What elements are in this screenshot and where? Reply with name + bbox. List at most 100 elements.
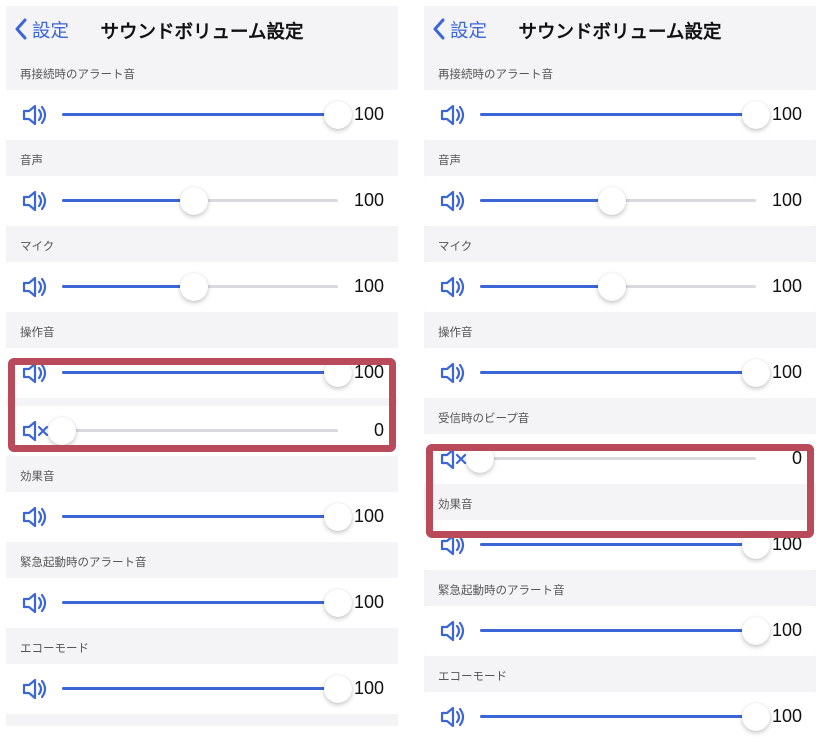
volume-value: 100 bbox=[348, 592, 384, 613]
volume-value: 100 bbox=[348, 104, 384, 125]
volume-value: 0 bbox=[766, 448, 802, 469]
volume-slider[interactable] bbox=[62, 674, 338, 704]
speaker-icon[interactable] bbox=[18, 503, 52, 531]
section-label: 音声 bbox=[6, 140, 398, 176]
section-label: マイク bbox=[6, 226, 398, 262]
volume-value: 100 bbox=[348, 190, 384, 211]
slider-thumb[interactable] bbox=[324, 589, 352, 617]
volume-slider[interactable] bbox=[480, 530, 756, 560]
back-button[interactable]: 設定 bbox=[14, 18, 69, 44]
section-label: 操作音 bbox=[424, 312, 816, 348]
slider-thumb[interactable] bbox=[324, 359, 352, 387]
section-label: 音声 bbox=[424, 140, 816, 176]
section-label: 緊急起動時のアラート音 bbox=[424, 570, 816, 606]
volume-value: 100 bbox=[348, 506, 384, 527]
speaker-icon[interactable] bbox=[436, 273, 470, 301]
speaker-muted-icon[interactable] bbox=[436, 445, 470, 473]
volume-slider[interactable] bbox=[62, 272, 338, 302]
volume-value: 100 bbox=[766, 104, 802, 125]
rows-container-0: 再接続時のアラート音 100音声 100マイク 100操作音 100 0効果音 … bbox=[6, 54, 398, 714]
speaker-icon[interactable] bbox=[436, 359, 470, 387]
volume-row: 100 bbox=[6, 578, 398, 628]
volume-row: 100 bbox=[6, 90, 398, 140]
rows-container-1: 再接続時のアラート音 100 音声 100 マイク 100 操作音 100 受信時のビー… bbox=[424, 54, 816, 742]
volume-row: 100 bbox=[424, 90, 816, 140]
volume-row: 100 bbox=[424, 692, 816, 742]
back-label: 設定 bbox=[32, 22, 69, 41]
speaker-icon[interactable] bbox=[18, 675, 52, 703]
slider-thumb[interactable] bbox=[324, 675, 352, 703]
volume-row: 100 bbox=[6, 664, 398, 714]
volume-row: 100 bbox=[424, 606, 816, 656]
slider-thumb[interactable] bbox=[48, 417, 76, 445]
volume-slider[interactable] bbox=[62, 100, 338, 130]
panel-left: 設定 サウンドボリューム設定 再接続時のアラート音 100音声 100マイク 1… bbox=[6, 6, 398, 726]
section-label: 効果音 bbox=[424, 484, 816, 520]
volume-value: 100 bbox=[766, 620, 802, 641]
back-button[interactable]: 設定 bbox=[432, 18, 487, 44]
slider-thumb[interactable] bbox=[742, 101, 770, 129]
slider-thumb[interactable] bbox=[324, 101, 352, 129]
volume-value: 100 bbox=[348, 276, 384, 297]
header: 設定 サウンドボリューム設定 bbox=[424, 6, 816, 54]
slider-thumb[interactable] bbox=[742, 703, 770, 731]
volume-value: 100 bbox=[348, 362, 384, 383]
slider-thumb[interactable] bbox=[598, 273, 626, 301]
volume-value: 100 bbox=[766, 362, 802, 383]
section-label: 操作音 bbox=[6, 312, 398, 348]
volume-row: 100 bbox=[6, 492, 398, 542]
volume-row: 100 bbox=[6, 348, 398, 398]
volume-slider[interactable] bbox=[62, 186, 338, 216]
section-label: 再接続時のアラート音 bbox=[424, 54, 816, 90]
section-label: 緊急起動時のアラート音 bbox=[6, 542, 398, 578]
volume-slider[interactable] bbox=[480, 702, 756, 732]
volume-slider[interactable] bbox=[62, 358, 338, 388]
volume-slider[interactable] bbox=[480, 272, 756, 302]
volume-row: 100 bbox=[6, 262, 398, 312]
volume-slider[interactable] bbox=[480, 186, 756, 216]
speaker-icon[interactable] bbox=[18, 359, 52, 387]
slider-thumb[interactable] bbox=[742, 617, 770, 645]
volume-row: 100 bbox=[6, 176, 398, 226]
speaker-icon[interactable] bbox=[18, 187, 52, 215]
slider-thumb[interactable] bbox=[466, 445, 494, 473]
volume-slider[interactable] bbox=[62, 588, 338, 618]
volume-slider[interactable] bbox=[62, 416, 338, 446]
volume-row: 100 bbox=[424, 520, 816, 570]
speaker-icon[interactable] bbox=[436, 617, 470, 645]
speaker-icon[interactable] bbox=[18, 589, 52, 617]
volume-value: 100 bbox=[766, 706, 802, 727]
section-label: エコーモード bbox=[424, 656, 816, 692]
slider-thumb[interactable] bbox=[598, 187, 626, 215]
volume-slider[interactable] bbox=[480, 100, 756, 130]
speaker-icon[interactable] bbox=[436, 703, 470, 731]
volume-value: 100 bbox=[348, 678, 384, 699]
volume-row: 0 bbox=[6, 406, 398, 456]
speaker-muted-icon[interactable] bbox=[18, 417, 52, 445]
chevron-left-icon bbox=[432, 18, 450, 44]
chevron-left-icon bbox=[14, 18, 32, 44]
speaker-icon[interactable] bbox=[436, 101, 470, 129]
volume-value: 0 bbox=[348, 420, 384, 441]
volume-row: 0 bbox=[424, 434, 816, 484]
speaker-icon[interactable] bbox=[18, 101, 52, 129]
slider-thumb[interactable] bbox=[742, 359, 770, 387]
volume-slider[interactable] bbox=[480, 616, 756, 646]
volume-value: 100 bbox=[766, 276, 802, 297]
slider-thumb[interactable] bbox=[324, 503, 352, 531]
volume-slider[interactable] bbox=[480, 358, 756, 388]
section-label: 効果音 bbox=[6, 456, 398, 492]
speaker-icon[interactable] bbox=[436, 531, 470, 559]
slider-thumb[interactable] bbox=[180, 187, 208, 215]
panel-right: 設定 サウンドボリューム設定 再接続時のアラート音 100 音声 100 マイク 1… bbox=[424, 6, 816, 726]
slider-thumb[interactable] bbox=[742, 531, 770, 559]
section-label: 受信時のビープ音 bbox=[424, 398, 816, 434]
section-label: マイク bbox=[424, 226, 816, 262]
speaker-icon[interactable] bbox=[436, 187, 470, 215]
slider-thumb[interactable] bbox=[180, 273, 208, 301]
speaker-icon[interactable] bbox=[18, 273, 52, 301]
volume-slider[interactable] bbox=[62, 502, 338, 532]
section-label: エコーモード bbox=[6, 628, 398, 664]
volume-slider[interactable] bbox=[480, 444, 756, 474]
volume-value: 100 bbox=[766, 190, 802, 211]
